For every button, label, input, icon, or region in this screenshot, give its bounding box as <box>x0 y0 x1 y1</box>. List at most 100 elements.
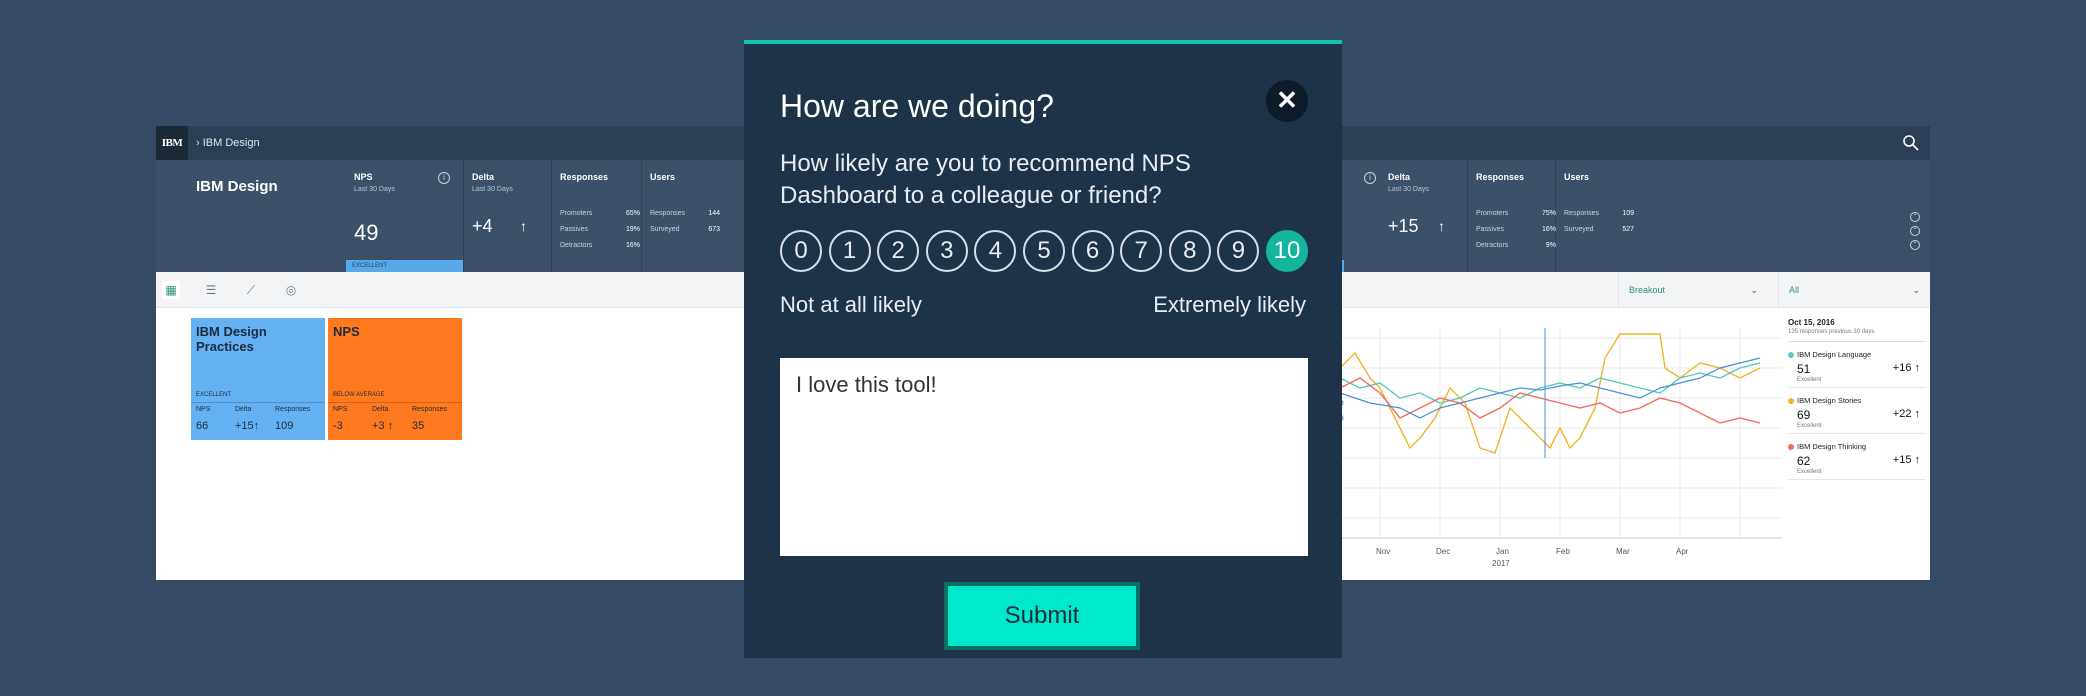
page-title: IBM Design <box>196 178 278 195</box>
tile-col: Delta <box>235 406 252 413</box>
item-name: IBM Design Language <box>1797 350 1872 359</box>
tile-nps[interactable]: NPS BELOW AVERAGE NPS Delta Responses -3… <box>328 318 462 440</box>
tile-status: BELOW AVERAGE <box>333 392 385 398</box>
series-line-overall <box>1339 357 1761 419</box>
all-dropdown[interactable]: All ⌄ <box>1778 272 1930 308</box>
side-list-subtitle: 135 responses previous 30 days <box>1788 329 1926 342</box>
rating-option-7[interactable]: 7 <box>1120 230 1163 272</box>
breadcrumb[interactable]: › IBM Design <box>196 137 260 149</box>
tile-status: EXCELLENT <box>196 392 232 398</box>
expand-icon[interactable]: ⌃ <box>1910 226 1920 236</box>
left-dashboard-panel: IBM › IBM Design IBM Design NPS Last 30 … <box>156 126 756 580</box>
item-value: 62 <box>1797 454 1811 468</box>
tile-val: +15↑ <box>235 420 260 432</box>
series-line-stories <box>1339 333 1761 454</box>
delta-value: +4 <box>472 216 493 236</box>
tile-col: Responses <box>412 406 448 413</box>
trend-line-chart: Nov Dec Jan 2017 Feb Mar Apr <box>1320 328 1782 568</box>
top-nav-bar <box>1320 126 1930 160</box>
survey-question: How likely are you to recommend NPS Dash… <box>780 150 1191 209</box>
tile-col: Delta <box>372 406 389 413</box>
rating-option-2[interactable]: 2 <box>877 230 920 272</box>
x-tick-label: Mar <box>1616 547 1630 556</box>
chevron-down-icon: ⌄ <box>1750 285 1758 295</box>
responses-stat: Responses Promoters 75% Passives 16% Detra… <box>1468 160 1556 272</box>
delta-value: +15 <box>1388 216 1419 236</box>
close-icon: ✕ <box>1276 85 1298 115</box>
top-nav-bar: IBM › IBM Design <box>156 126 756 160</box>
list-item[interactable]: IBM Design Stories 69 +22 ↑ Excellent <box>1788 388 1926 434</box>
nps-survey-modal: How are we doing? ✕ How likely are you t… <box>744 40 1342 658</box>
list-item[interactable]: IBM Design Language 51 +16 ↑ Excellent <box>1788 342 1926 388</box>
info-icon[interactable]: i <box>1364 172 1376 184</box>
item-quality: Excellent <box>1797 423 1822 429</box>
item-name: IBM Design Thinking <box>1797 442 1867 451</box>
rating-option-10[interactable]: 10 <box>1266 230 1308 272</box>
all-label: All <box>1789 285 1800 295</box>
series-line-thinking <box>1339 377 1761 424</box>
x-tick-label: Dec <box>1436 547 1450 556</box>
rating-option-3[interactable]: 3 <box>925 230 968 272</box>
item-delta: +22 ↑ <box>1892 408 1920 420</box>
tile-val: +3 ↑ <box>372 420 394 432</box>
delta-stat: Delta Last 30 Days +4 ↑ <box>464 160 552 272</box>
list-view-icon[interactable]: ☰ <box>202 281 220 299</box>
search-icon[interactable] <box>1902 134 1920 152</box>
tile-col: NPS <box>196 406 211 413</box>
feedback-textarea[interactable]: I love this tool! <box>780 358 1308 556</box>
tile-val: 35 <box>412 420 425 432</box>
comment-icon[interactable]: ◎ <box>282 281 300 299</box>
tile-name: IBM Design Practices <box>196 324 267 354</box>
rating-option-8[interactable]: 8 <box>1168 230 1211 272</box>
responses-row: Passives 19% <box>560 226 640 233</box>
users-row: Responses 109 <box>1564 210 1634 217</box>
nps-label: NPS <box>354 172 373 182</box>
divider <box>328 402 462 403</box>
modal-title: How are we doing? <box>780 88 1054 124</box>
grid-view-icon[interactable]: ▦ <box>162 281 180 299</box>
info-icon[interactable]: i <box>438 172 450 184</box>
delta-stat: Delta Last 30 Days +15 ↑ <box>1380 160 1468 272</box>
rating-option-0[interactable]: 0 <box>780 230 822 272</box>
divider <box>191 402 325 403</box>
arrow-up-icon: ↑ <box>520 218 527 234</box>
delta-sub: Last 30 Days <box>472 186 513 193</box>
item-name: IBM Design Stories <box>1797 396 1862 405</box>
close-button[interactable]: ✕ <box>1266 80 1308 122</box>
nps-sub: Last 30 Days <box>354 186 395 193</box>
rating-option-6[interactable]: 6 <box>1071 230 1114 272</box>
item-value: 51 <box>1797 362 1811 376</box>
view-toolbar: ▦ ☰ ⟋ ◎ <box>156 272 756 308</box>
rating-option-1[interactable]: 1 <box>828 230 871 272</box>
list-item[interactable]: IBM Design Thinking 62 +15 ↑ Excellent <box>1788 434 1926 480</box>
tile-val: 66 <box>196 420 209 432</box>
rating-option-9[interactable]: 9 <box>1217 230 1260 272</box>
tile-name: NPS <box>333 324 360 339</box>
scale-high-label: Extremely likely <box>1153 292 1306 317</box>
submit-button[interactable]: Submit <box>944 582 1140 650</box>
users-label: Users <box>1564 172 1590 182</box>
x-tick-label: Apr <box>1676 547 1689 556</box>
users-row: Responses 144 <box>650 210 720 217</box>
x-tick-label: Nov <box>1376 547 1390 556</box>
scale-low-label: Not at all likely <box>780 292 922 317</box>
expand-icon[interactable]: ⌃ <box>1910 240 1920 250</box>
responses-row: Promoters 65% <box>560 210 640 217</box>
line-chart-icon[interactable]: ⟋ <box>242 281 260 299</box>
chevron-down-icon: ⌄ <box>1912 285 1920 295</box>
nps-stat: NPS Last 30 Days i 49 EXCELLENT <box>346 160 464 272</box>
responses-row: Promoters 75% <box>1476 210 1556 217</box>
tile-ibm-design-practices[interactable]: IBM Design Practices EXCELLENT NPS Delta… <box>191 318 325 440</box>
expand-icon[interactable]: ⌃ <box>1910 212 1920 222</box>
breakout-dropdown[interactable]: Breakout ⌄ <box>1618 272 1768 308</box>
x-year-label: 2017 <box>1492 559 1510 568</box>
rating-option-5[interactable]: 5 <box>1023 230 1065 272</box>
tile-col: NPS <box>333 406 348 413</box>
stats-bar: i Delta Last 30 Days +15 ↑ Responses Pro… <box>1320 160 1930 272</box>
ibm-logo[interactable]: IBM <box>156 126 188 160</box>
rating-option-4[interactable]: 4 <box>974 230 1017 272</box>
item-delta: +16 ↑ <box>1892 362 1920 374</box>
x-tick-label: Jan <box>1496 547 1509 556</box>
side-list-date: Oct 15, 2016 <box>1788 318 1835 327</box>
nps-value: 49 <box>354 220 379 245</box>
